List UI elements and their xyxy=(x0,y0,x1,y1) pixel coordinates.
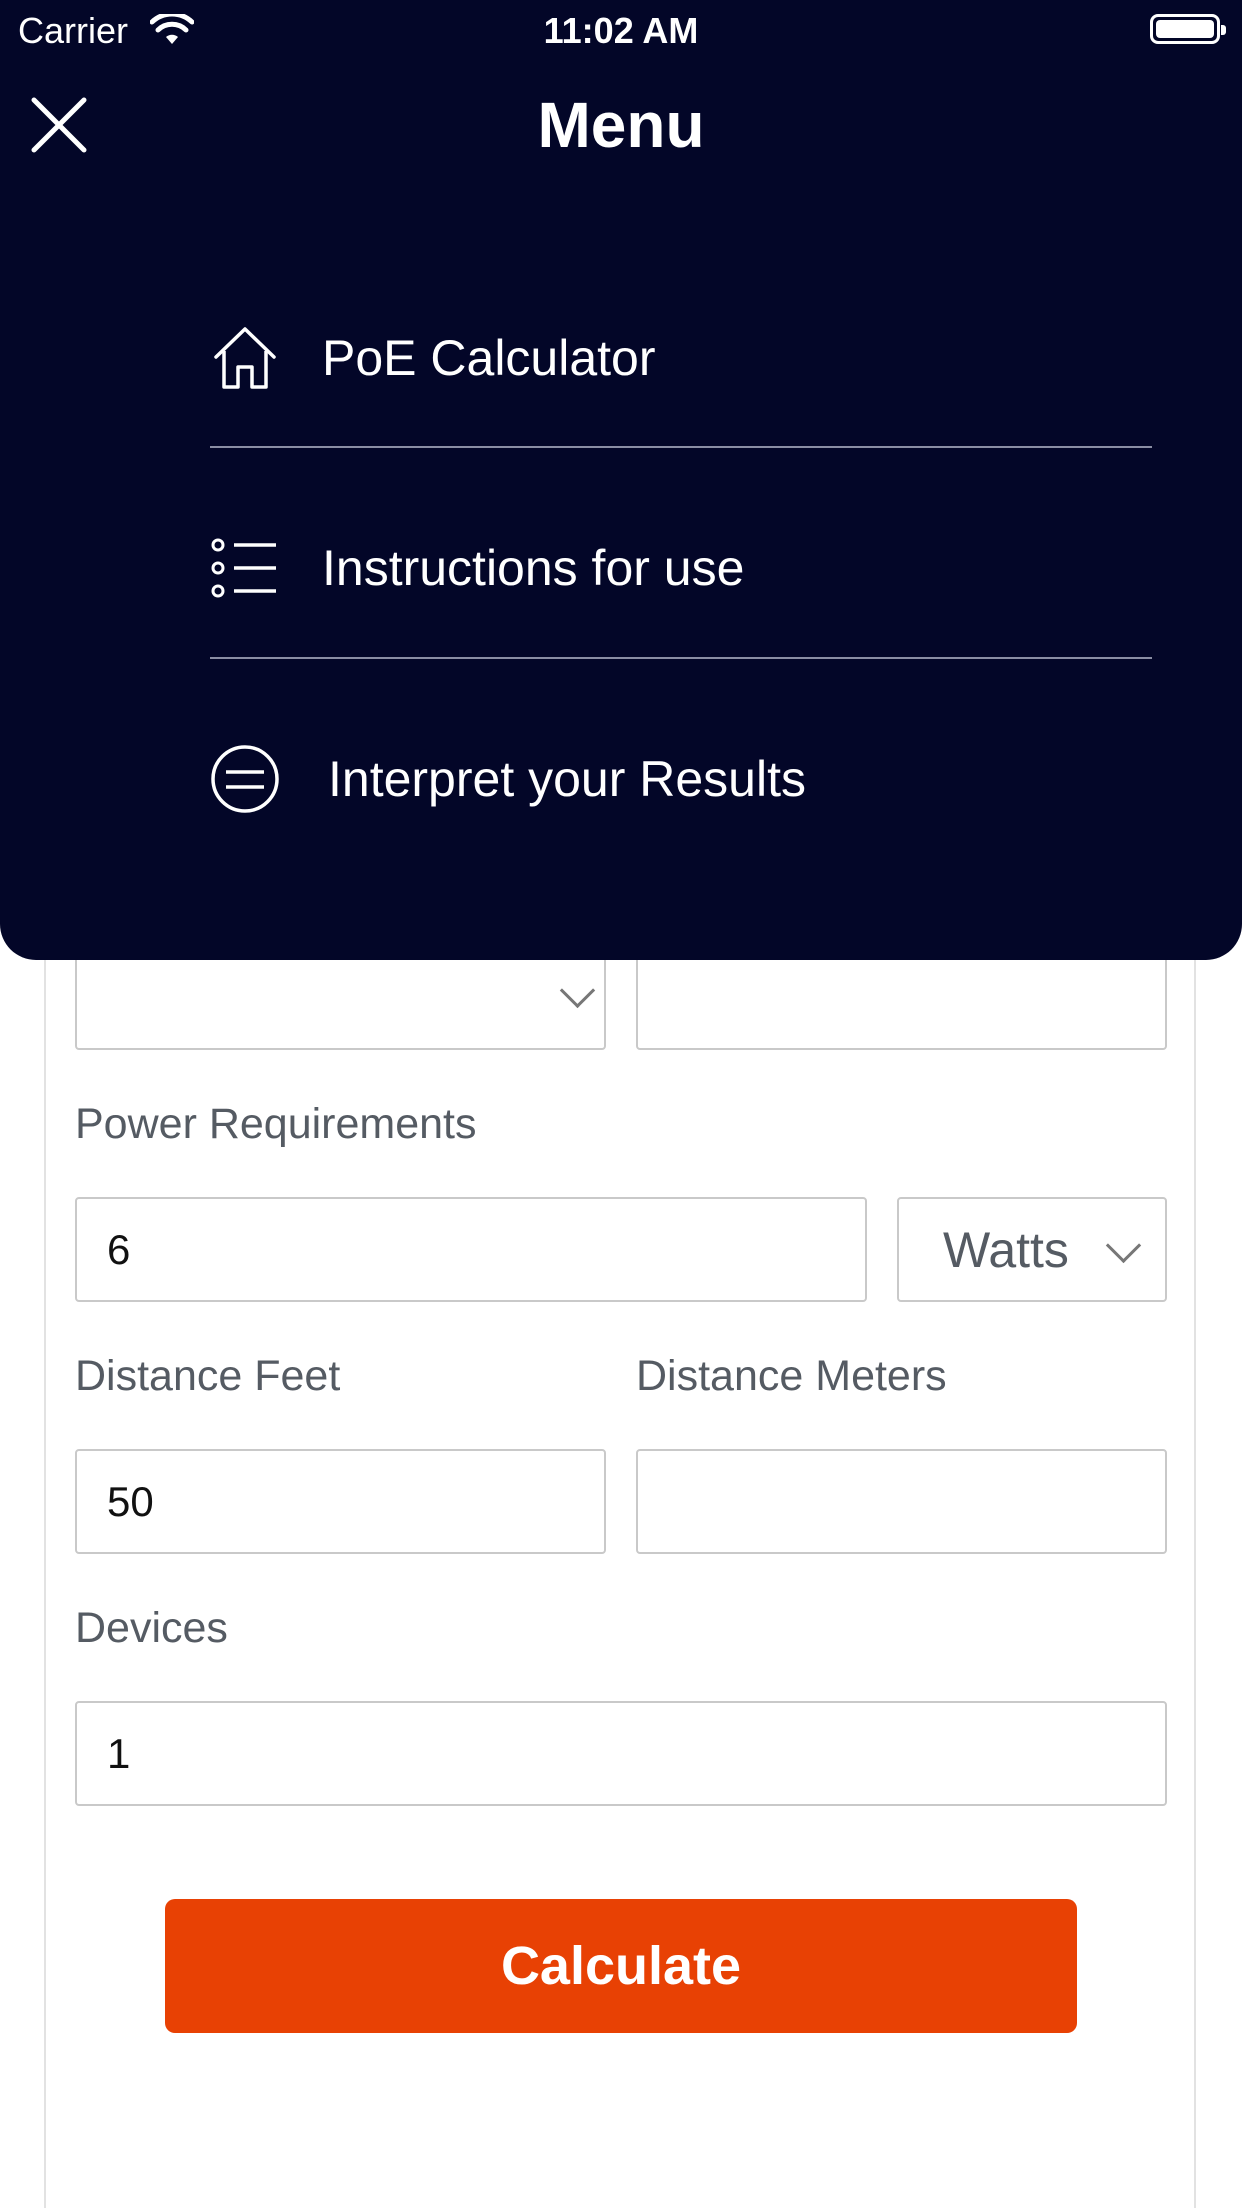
menu-item-interpret-results[interactable]: Interpret your Results xyxy=(210,704,1152,854)
devices-input[interactable]: 1 xyxy=(75,1701,1167,1806)
power-input[interactable]: 6 xyxy=(75,1197,867,1302)
distance-feet-value: 50 xyxy=(107,1477,154,1525)
menu-item-label: PoE Calculator xyxy=(322,330,656,386)
menu-drawer: Carrier 11:02 AM Menu PoE Calculator Ins… xyxy=(0,0,1242,960)
battery-icon xyxy=(1150,14,1226,44)
power-requirements-label: Power Requirements xyxy=(75,1100,477,1148)
calculate-button[interactable]: Calculate xyxy=(165,1899,1077,2033)
distance-feet-label: Distance Feet xyxy=(75,1352,341,1400)
power-unit-value: Watts xyxy=(943,1221,1069,1278)
menu-item-instructions[interactable]: Instructions for use xyxy=(210,493,1152,643)
menu-item-poe-calculator[interactable]: PoE Calculator xyxy=(210,283,1152,433)
circle-equals-icon xyxy=(211,745,279,813)
menu-item-label: Instructions for use xyxy=(322,540,745,596)
power-unit-select[interactable]: Watts xyxy=(897,1197,1167,1302)
status-bar: Carrier 11:02 AM xyxy=(0,0,1242,60)
devices-value: 1 xyxy=(107,1729,131,1777)
chevron-down-icon xyxy=(559,972,596,1009)
app-screen: Power Requirements 6 Watts Distance Feet… xyxy=(0,0,1242,2208)
devices-label: Devices xyxy=(75,1604,228,1652)
distance-meters-input[interactable] xyxy=(636,1449,1167,1554)
clock: 11:02 AM xyxy=(543,10,699,51)
power-value: 6 xyxy=(107,1225,131,1273)
home-icon xyxy=(214,327,276,389)
menu-item-label: Interpret your Results xyxy=(328,751,806,807)
menu-title: Menu xyxy=(537,89,705,161)
list-icon xyxy=(211,538,276,598)
menu-divider xyxy=(210,657,1152,659)
distance-meters-label: Distance Meters xyxy=(636,1352,947,1400)
distance-feet-input[interactable]: 50 xyxy=(75,1449,606,1554)
menu-divider xyxy=(210,446,1152,448)
chevron-down-icon xyxy=(1105,1227,1142,1264)
